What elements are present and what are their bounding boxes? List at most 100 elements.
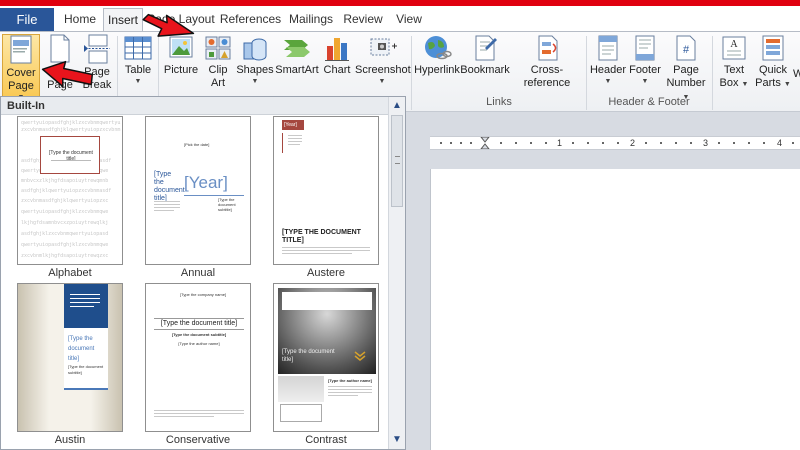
page-number-label-1: Page [673, 64, 699, 76]
footer-button[interactable]: Footer ▼ [628, 34, 662, 98]
page-number-button[interactable]: # Page Number ▼ [662, 34, 710, 101]
conservative-thumbnail: [Type the company name] [Type the docume… [145, 283, 251, 432]
cover-page-button[interactable]: Cover Page ▼ [2, 34, 40, 101]
shapes-dropdown-icon[interactable]: ▼ [236, 77, 274, 86]
footer-label: Footer [629, 64, 661, 76]
austere-year-block: [Year] [282, 120, 304, 130]
page-number-icon: # [676, 35, 696, 61]
contrast-author-text: [Type the author name] [328, 378, 372, 383]
cover-contrast-label: Contrast [305, 434, 347, 446]
chart-icon [325, 38, 349, 61]
scroll-up-icon[interactable]: ▲ [390, 99, 404, 113]
contrast-title-text: [Type the document title] [282, 349, 335, 363]
links-group-label: Links [486, 96, 512, 108]
austin-title-panel: [Type the document title] [Type the docu… [64, 328, 108, 388]
screenshot-icon [370, 38, 397, 56]
svg-text:A: A [730, 39, 738, 50]
smartart-icon [284, 40, 310, 57]
tab-view[interactable]: View [391, 8, 427, 31]
shapes-label: Shapes [236, 64, 274, 76]
tab-insert[interactable]: Insert [103, 8, 143, 33]
footer-dropdown-icon[interactable]: ▼ [628, 77, 662, 86]
annotation-arrow-cover-page [41, 60, 94, 88]
screenshot-button[interactable]: Screenshot ▼ [355, 34, 411, 98]
wordart-button-partial[interactable]: W [793, 68, 800, 82]
quick-parts-dropdown-icon[interactable]: ▼ [784, 81, 791, 88]
gallery-section-heading: Built-In [1, 97, 389, 115]
hyperlink-icon [425, 36, 452, 60]
chart-label: Chart [323, 64, 351, 76]
smartart-button[interactable]: SmartArt [275, 34, 319, 98]
cover-page-icon [10, 35, 32, 64]
cover-page-label-2: Page [8, 80, 34, 92]
header-label: Header [589, 64, 627, 76]
tab-file[interactable]: File [0, 8, 54, 31]
shapes-button[interactable]: Shapes ▼ [236, 34, 274, 98]
cross-reference-button[interactable]: Cross-reference [510, 34, 584, 98]
cover-austere-label: Austere [307, 267, 345, 279]
ruler-number-4: 4 [777, 138, 783, 148]
ribbon-separator [712, 36, 713, 110]
conservative-company-text: [Type the company name] [180, 292, 227, 297]
cover-annual-label: Annual [180, 267, 216, 279]
screenshot-label: Screenshot [355, 64, 411, 76]
tab-references[interactable]: References [219, 8, 282, 31]
header-button[interactable]: Header ▼ [588, 34, 628, 98]
contrast-thumbnail: [Type the document title] [Type the auth… [273, 283, 379, 432]
header-dropdown-icon[interactable]: ▼ [588, 77, 628, 86]
tab-review[interactable]: Review [341, 8, 385, 31]
bookmark-button[interactable]: Bookmark [460, 34, 510, 98]
tab-home[interactable]: Home [58, 8, 102, 31]
cover-page-gallery: Built-In ▲ ▼ qwertyuiopasdfghjklzxcvbnmq… [0, 96, 406, 450]
annual-title-text: [Type the document title] [154, 171, 185, 202]
chevron-down-icon [354, 351, 366, 361]
hyperlink-button[interactable]: Hyperlink [414, 34, 460, 98]
svg-text:#: # [683, 44, 690, 56]
chart-button[interactable]: Chart [321, 34, 353, 98]
scroll-thumb[interactable] [391, 115, 403, 207]
header-footer-group-label: Header & Footer [608, 96, 690, 108]
quick-parts-label-2: Parts [755, 77, 781, 89]
horizontal-ruler[interactable]: 1 2 3 4 [430, 136, 800, 150]
text-box-label-1: Text [723, 64, 745, 76]
text-box-label-2: Box [719, 77, 739, 89]
austin-title-text: [Type the document title] [68, 336, 95, 362]
conservative-author-text: [Type the author name] [178, 341, 220, 346]
ruler-number-3: 3 [703, 138, 709, 148]
screenshot-dropdown-icon[interactable]: ▼ [355, 77, 409, 86]
cross-reference-label: Cross-reference [523, 64, 571, 89]
bookmark-label: Bookmark [460, 64, 510, 76]
ruler-number-2: 2 [630, 138, 636, 148]
gallery-scrollbar[interactable]: ▲ ▼ [388, 97, 405, 449]
text-box-icon: A [722, 36, 746, 60]
clip-art-label-1: Clip [208, 64, 228, 76]
cover-austin-label: Austin [54, 434, 86, 446]
page-number-label-2: Number [666, 77, 706, 89]
clip-art-button[interactable]: Clip Art [202, 34, 234, 98]
tab-mailings[interactable]: Mailings [286, 8, 336, 31]
ribbon-separator [411, 36, 412, 110]
quick-parts-label-1: Quick [758, 64, 788, 76]
table-dropdown-icon[interactable]: ▼ [120, 77, 156, 86]
hyperlink-label: Hyperlink [414, 64, 460, 76]
document-page[interactable] [430, 169, 800, 450]
austere-title-text: [TYPE THE DOCUMENT TITLE] [282, 229, 361, 244]
text-box-button[interactable]: A Text Box ▼ [716, 34, 752, 98]
indent-marker-icon[interactable] [480, 137, 490, 149]
picture-label: Picture [163, 64, 199, 76]
text-box-dropdown-icon[interactable]: ▼ [742, 81, 749, 88]
annual-date-text: [Pick the date] [184, 142, 210, 147]
austin-thumbnail: [Type the document title] [Type the docu… [17, 283, 123, 432]
ribbon-separator [586, 36, 587, 110]
conservative-title-text: [Type the document title] [160, 320, 238, 327]
annual-subtitle-text: [Type the document subtitle] [218, 197, 236, 212]
scroll-down-icon[interactable]: ▼ [390, 433, 404, 447]
alphabet-title-box: [Type the document title] [40, 136, 100, 174]
clip-art-label-2: Art [210, 77, 226, 89]
austere-thumbnail: [Year] [TYPE THE DOCUMENT TITLE] [273, 116, 379, 265]
austin-subtitle-text: [Type the document subtitle] [68, 364, 104, 375]
quick-parts-button[interactable]: Quick Parts ▼ [753, 34, 793, 98]
shapes-icon [243, 38, 267, 61]
alphabet-thumbnail: qwertyuiopasdfghjklzxcvbnmqwertyuiop zxc… [17, 116, 123, 265]
ruler-number-1: 1 [557, 138, 563, 148]
